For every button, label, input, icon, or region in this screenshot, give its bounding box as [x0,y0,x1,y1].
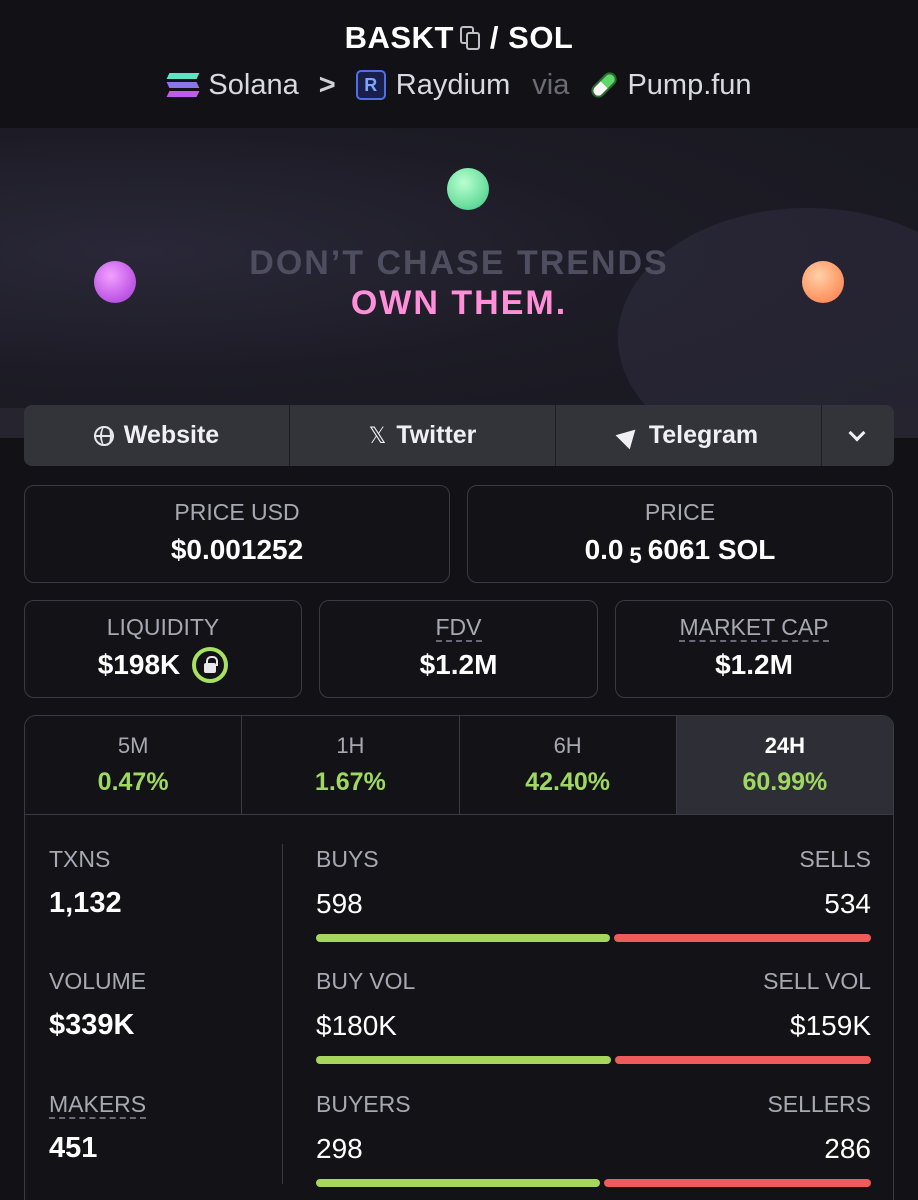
tab-5m-label: 5M [117,733,149,758]
token-banner: DON’T CHASE TRENDS OWN THEM. [0,128,918,438]
market-cap-label[interactable]: MARKET CAP [616,614,892,642]
copy-icon[interactable] [459,26,480,50]
pair-slash: / [489,20,500,55]
liquidity-value: $198K [97,649,181,680]
buys-value: 598 [316,888,363,919]
sellers-bar [604,1179,871,1187]
makers-value: 451 [49,1132,98,1164]
fdv-card: FDV $1.2M [319,600,598,698]
sells-bar [614,934,871,942]
telegram-icon [615,422,643,449]
price-usd-label: PRICE USD [174,499,300,525]
base-symbol: BASKT [344,20,454,55]
tab-1h-change: 1.67% [314,768,386,796]
pair-title: BASKT / SOL [0,20,918,56]
sell-vol-value: $159K [790,1010,871,1041]
quote-symbol: SOL [508,20,574,55]
tab-24h-change: 60.99% [742,768,828,796]
makers-label[interactable]: MAKERS [49,1091,147,1119]
buys-bar [316,934,610,942]
buy-vol-label: BUY VOL [316,968,416,994]
price-native-zero-count: 5 [629,543,642,568]
price-native-rest: 6061 SOL [647,534,776,565]
sellers-value: 286 [824,1133,871,1164]
tab-5m-change: 0.47% [97,768,169,796]
stats-divider [282,844,283,1184]
sell-vol-bar [615,1056,871,1064]
liquidity-label: LIQUIDITY [106,614,220,640]
via-text: via [532,68,570,101]
volume-label: VOLUME [49,968,147,994]
banner-headline: DON’T CHASE TRENDS [249,244,669,282]
breadcrumb: Solana > R Raydium via Pump.fun [0,68,918,102]
dex-link[interactable]: Raydium [396,69,510,101]
sells-value: 534 [824,888,871,919]
liquidity-value-row: $198K [25,646,301,683]
social-links-bar: Website 𝕏 Twitter Telegram [24,405,894,466]
twitter-label: Twitter [396,421,477,449]
tab-24h-label: 24H [764,733,806,758]
tab-1h-label: 1H [336,733,365,758]
volume-ratio-bar [316,1056,871,1064]
txns-value: 1,132 [49,887,122,919]
globe-icon [93,425,114,446]
price-native-prefix: 0.0 [584,534,624,565]
fdv-label[interactable]: FDV [320,614,597,642]
buys-label: BUYS [316,846,379,872]
lock-icon[interactable] [192,646,229,683]
chevron-down-icon [848,424,866,441]
tab-6h[interactable]: 6H 42.40% [459,716,677,814]
fdv-value: $1.2M [419,649,498,680]
price-usd-value: $0.001252 [170,534,304,565]
makers-metric: MAKERS 451 [49,1091,147,1165]
market-cap-card: MARKET CAP $1.2M [615,600,893,698]
buyers-sellers-ratio-bar [316,1179,871,1187]
timeframe-tabs: 5M 0.47% 1H 1.67% 6H 42.40% 24H 60.99% [25,716,893,815]
market-cap-value: $1.2M [715,649,793,680]
website-button[interactable]: Website [24,405,290,466]
buyers-value: 298 [316,1133,363,1164]
twitter-button[interactable]: 𝕏 Twitter [290,405,556,466]
banner-subheadline: OWN THEM. [350,284,568,322]
price-native-label: PRICE [644,499,716,525]
solana-icon [166,71,200,99]
price-usd-card: PRICE USD $0.001252 [24,485,450,583]
price-native-card: PRICE 0.0 5 6061 SOL [467,485,893,583]
volume-value: $339K [49,1009,135,1041]
launchpad-link[interactable]: Pump.fun [627,69,751,101]
sells-label: SELLS [799,846,871,872]
buyers-bar [316,1179,600,1187]
banner-green-orb [447,168,489,210]
sellers-label: SELLERS [767,1091,871,1117]
tab-5m[interactable]: 5M 0.47% [25,716,243,814]
tab-6h-label: 6H [553,733,582,758]
x-icon: 𝕏 [368,422,387,448]
breadcrumb-separator: > [318,68,336,101]
buys-sells-ratio-bar [316,934,871,942]
tab-1h[interactable]: 1H 1.67% [242,716,460,814]
liquidity-card: LIQUIDITY $198K [24,600,302,698]
price-native-value: 0.0 5 6061 SOL [468,534,892,569]
more-links-button[interactable] [822,405,892,466]
sell-vol-label: SELL VOL [763,968,871,994]
tab-6h-change: 42.40% [525,768,611,796]
buy-vol-value: $180K [316,1010,397,1041]
buyers-label: BUYERS [316,1091,411,1117]
pill-icon [588,69,620,101]
pair-header: BASKT / SOL Solana > R Raydium via Pump.fu… [0,0,918,128]
telegram-label: Telegram [648,421,759,449]
raydium-icon: R [355,70,386,101]
txns-label: TXNS [49,846,111,872]
chain-link[interactable]: Solana [208,69,298,101]
banner-glow [618,208,918,438]
website-label: Website [123,421,220,449]
tab-24h[interactable]: 24H 60.99% [676,716,893,814]
volume-metric: VOLUME $339K [49,968,146,1042]
trading-stats-panel: 5M 0.47% 1H 1.67% 6H 42.40% 24H 60.99% T… [24,715,894,1200]
txns-metric: TXNS 1,132 [49,846,122,920]
telegram-button[interactable]: Telegram [556,405,822,466]
buy-vol-bar [316,1056,611,1064]
